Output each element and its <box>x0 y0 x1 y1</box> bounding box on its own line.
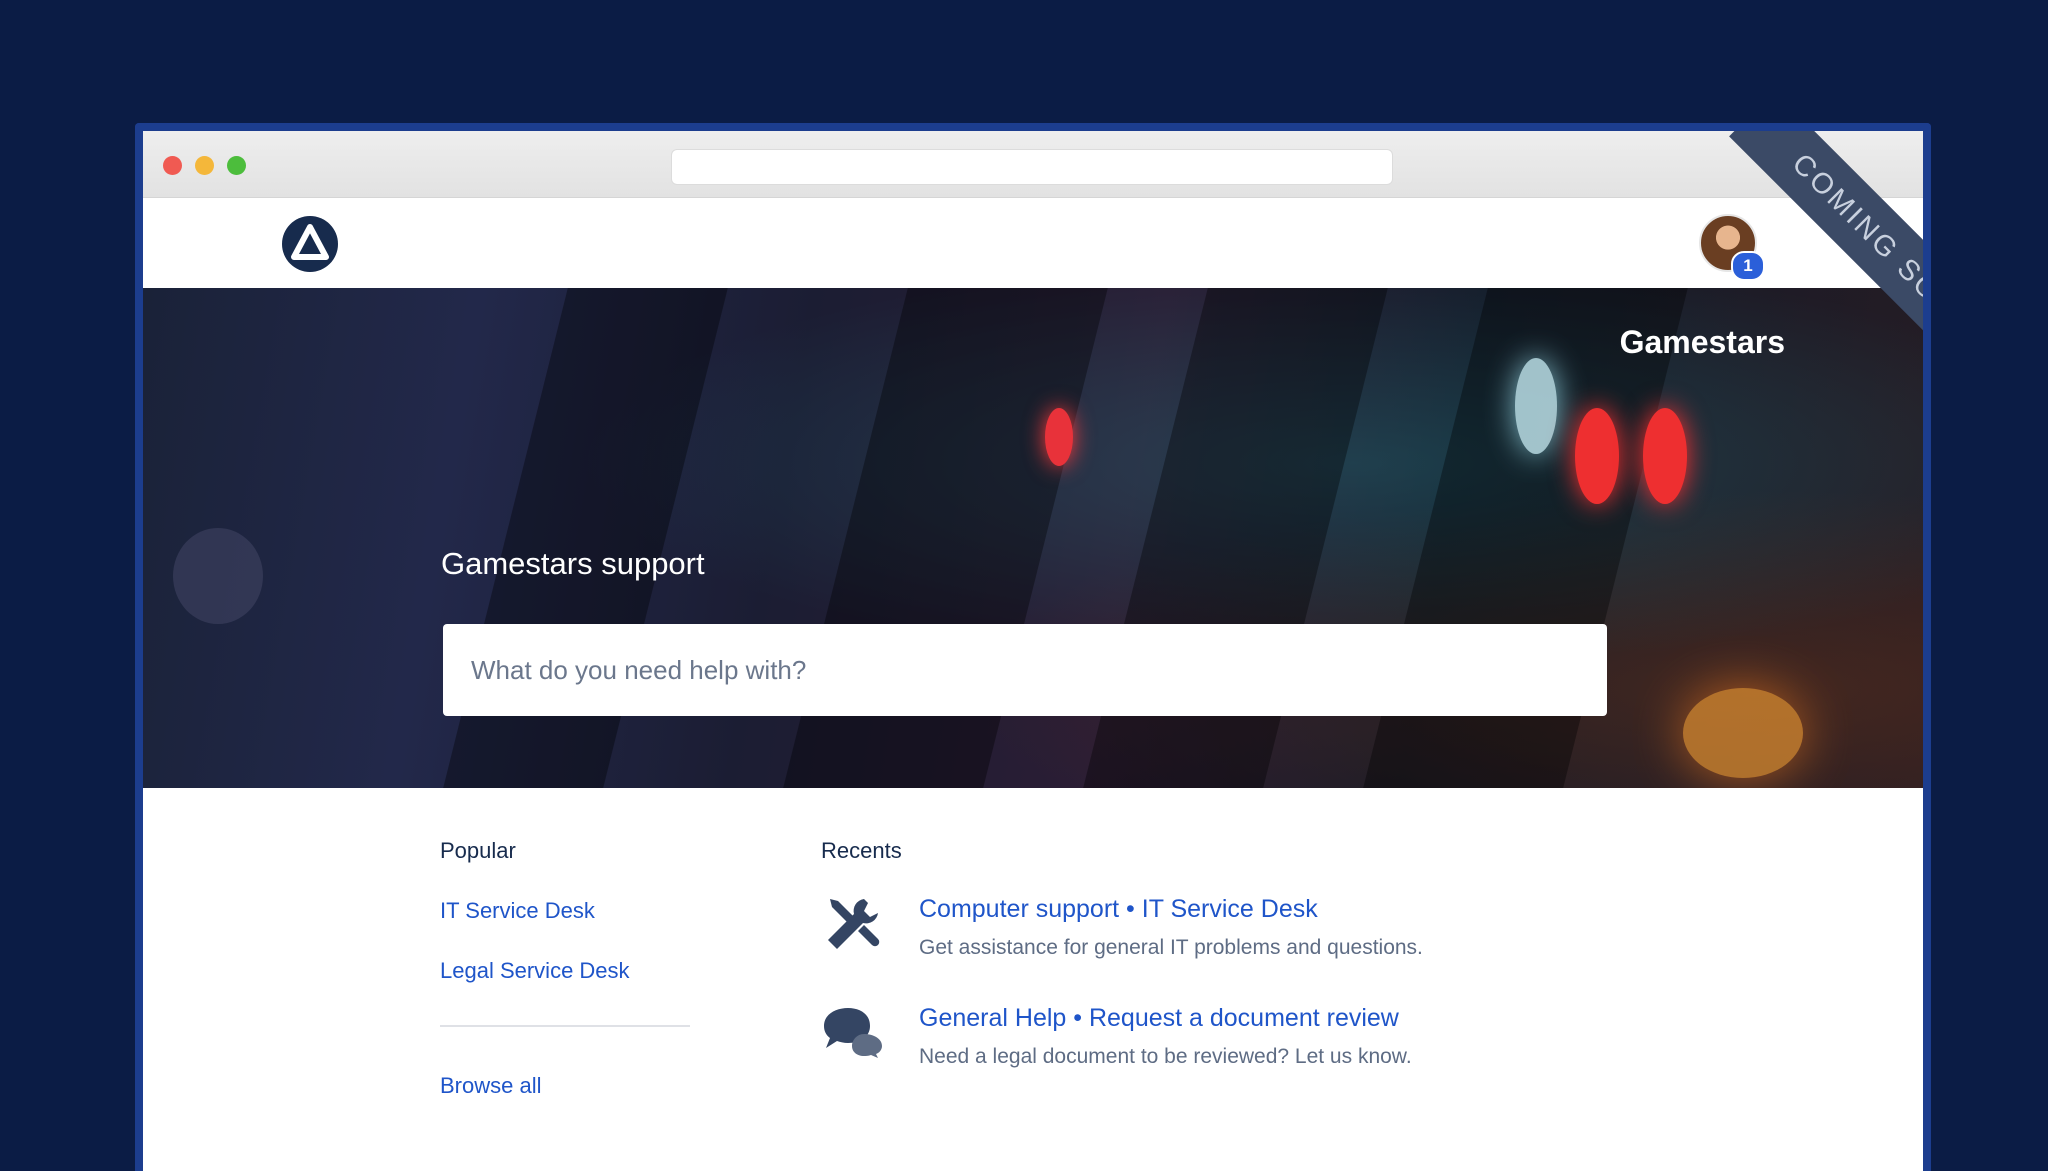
hero-decoration <box>173 528 263 624</box>
browse-all-link[interactable]: Browse all <box>440 1073 541 1099</box>
recent-project-name: General Help <box>919 1004 1067 1032</box>
brand-name: Gamestars <box>1619 324 1785 360</box>
minimize-window-button[interactable] <box>195 156 214 175</box>
recent-item-description: Get assistance for general IT problems a… <box>919 936 1423 959</box>
chat-bubbles-icon <box>820 1006 884 1063</box>
popular-item-it-service-desk[interactable]: IT Service Desk <box>440 898 595 924</box>
popular-divider <box>440 1025 690 1027</box>
popular-item-legal-service-desk[interactable]: Legal Service Desk <box>440 958 630 984</box>
browser-titlebar <box>143 131 1923 198</box>
recent-project-name: Computer support <box>919 895 1120 923</box>
hero-decoration <box>1643 408 1687 504</box>
notification-badge: 1 <box>1731 251 1765 281</box>
recent-desk-name: Request a document review <box>1088 1004 1399 1032</box>
recent-item-general-help[interactable]: General Help • Request a document review <box>919 1004 1399 1033</box>
recents-heading: Recents <box>821 838 902 863</box>
hero-decoration <box>1575 408 1619 504</box>
hero-decoration <box>1515 358 1557 454</box>
logo-icon[interactable] <box>282 216 338 272</box>
hero-title: Gamestars support <box>441 546 705 581</box>
hero-banner: Gamestars Gamestars support <box>143 288 1923 788</box>
wrench-screwdriver-icon <box>820 893 884 962</box>
browser-window: COMING SOON 1 Gamestars Gamestars suppor… <box>135 123 1931 1171</box>
maximize-window-button[interactable] <box>227 156 246 175</box>
recent-item-description: Need a legal document to be reviewed? Le… <box>919 1045 1412 1068</box>
close-window-button[interactable] <box>163 156 182 175</box>
recent-item-computer-support[interactable]: Computer support • IT Service Desk <box>919 895 1318 924</box>
search-input[interactable] <box>443 624 1607 716</box>
hero-decoration <box>1045 408 1073 466</box>
recent-desk-name: IT Service Desk <box>1141 895 1318 923</box>
portal-header: 1 <box>143 198 1923 288</box>
hero-decoration <box>1683 688 1803 778</box>
address-bar[interactable] <box>672 150 1392 184</box>
popular-heading: Popular <box>440 838 516 863</box>
